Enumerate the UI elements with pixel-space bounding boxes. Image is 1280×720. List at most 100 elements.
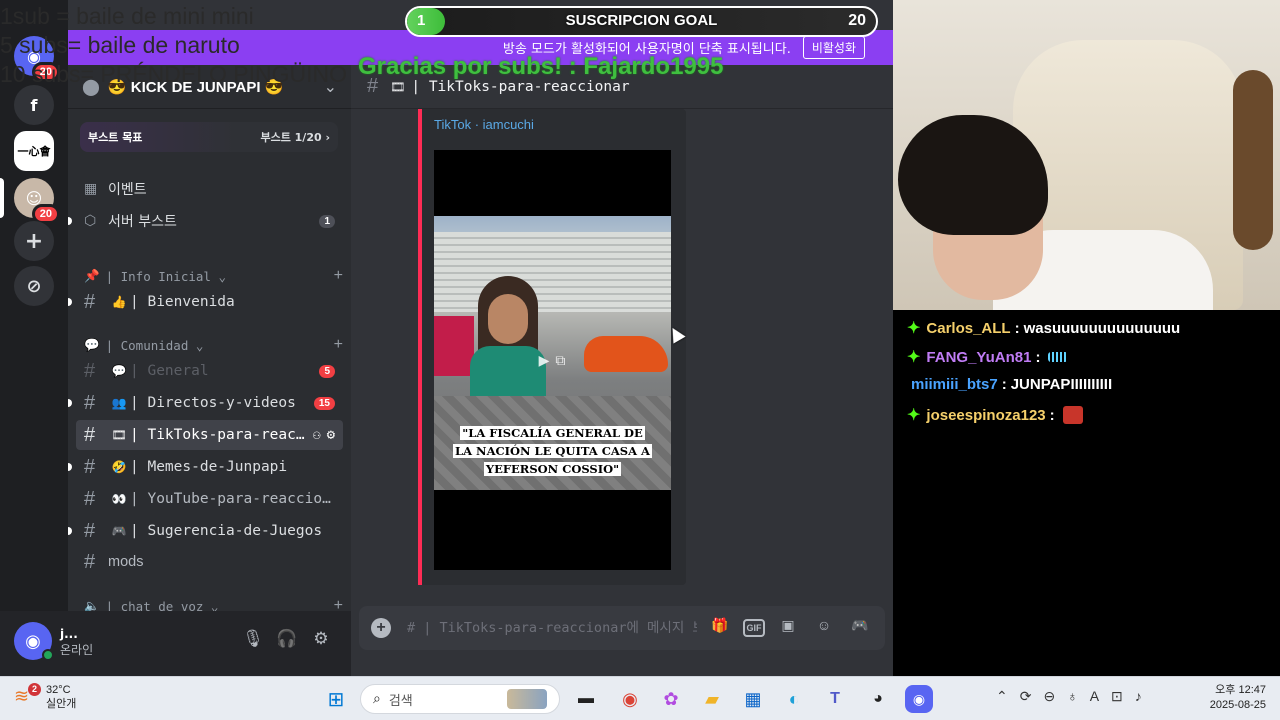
unread-indicator: [68, 399, 72, 407]
webcam-feed: [893, 0, 1280, 310]
online-status-dot: [42, 649, 54, 661]
speech-icon: 💬: [84, 337, 100, 352]
disable-streamer-mode-button[interactable]: 비활성화: [802, 36, 865, 59]
weather-fog-icon: ≋ 2: [14, 683, 41, 708]
boost-goal-value: 부스트 1/20 ›: [260, 131, 330, 144]
embed-provider[interactable]: TikTok · iamcuchi: [434, 117, 534, 132]
task-view-button[interactable]: ▬: [572, 685, 600, 713]
caption-line: YEFERSON COSSIO": [483, 462, 622, 476]
pin-icon: 📌: [84, 268, 100, 283]
channel-name: | Directos-y-videos: [130, 395, 296, 411]
microphone-icon[interactable]: ♁: [1067, 688, 1078, 705]
hash-icon: #: [84, 550, 96, 573]
channel-directos[interactable]: # 👥 | Directos-y-videos 15: [68, 388, 343, 418]
edge-button[interactable]: ◐: [780, 685, 808, 713]
microphone-icon: 🎙: [242, 629, 264, 649]
unread-indicator: [68, 527, 72, 535]
network-icon[interactable]: ⊡: [1111, 688, 1123, 705]
headphones-button[interactable]: 🎧: [275, 629, 299, 653]
mic-button[interactable]: 🎙: [241, 629, 265, 653]
headphones-icon: 🎧: [276, 629, 298, 649]
hash-icon: #: [84, 391, 96, 414]
people-icon: 👥: [111, 396, 127, 410]
chat-separator: :: [1001, 376, 1007, 393]
goal-target: 20: [848, 12, 866, 29]
copilot-icon: ✿: [663, 688, 679, 709]
channel-general[interactable]: # 💬 | General 5: [76, 356, 343, 386]
chrome-icon: ◉: [622, 688, 638, 709]
chat-message: ✦ FANG_YuAn81 :: [907, 347, 1069, 367]
server-text-label: 一心會: [17, 145, 51, 158]
store-button[interactable]: ▦: [739, 685, 767, 713]
file-explorer-button[interactable]: ▰: [698, 685, 726, 713]
channel-name: | Bienvenida: [130, 294, 235, 310]
copilot-button[interactable]: ✿: [657, 685, 685, 713]
app-button[interactable]: ◕: [864, 685, 892, 713]
compass-icon: ⊘: [26, 275, 42, 297]
equalizer-emote-icon: [1048, 352, 1069, 362]
channel-name: | Memes-de-Junpapi: [130, 459, 288, 475]
message-composer: + 🎁 GIF ▣ ☺ 🎮: [359, 606, 885, 650]
taskbar-search[interactable]: ⌕ 검색: [360, 684, 560, 714]
channel-memes[interactable]: # 🤣 | Memes-de-Junpapi: [68, 452, 343, 482]
open-external-icon[interactable]: ⧉: [555, 353, 565, 369]
channel-youtube[interactable]: # 👀 | YouTube-para-reaccionar: [76, 484, 343, 514]
user-settings-button[interactable]: ⚙: [309, 629, 333, 653]
search-highlight-icon: [507, 689, 547, 709]
server-junpapi-button[interactable]: ☺ 20: [14, 178, 60, 224]
message-input[interactable]: [407, 620, 697, 636]
server-boost-item[interactable]: ⬡ 서버 부스트 1: [68, 210, 343, 232]
channel-name: mods: [108, 554, 144, 570]
events-item[interactable]: ▦ 이벤트: [84, 178, 343, 200]
gear-icon[interactable]: ⚙: [327, 427, 335, 443]
chrome-button[interactable]: ◉: [616, 685, 644, 713]
channel-sugerencia[interactable]: # 🎮 | Sugerencia-de-Juegos: [68, 516, 343, 546]
play-icon[interactable]: ▶: [539, 353, 550, 369]
weather-badge: 2: [28, 683, 41, 696]
channel-mods[interactable]: # mods: [76, 547, 343, 577]
server-text-button[interactable]: 一心會: [14, 131, 54, 171]
caption-line: LA NACIÓN LE QUITA CASA A: [453, 444, 652, 458]
sync-icon[interactable]: ⟳: [1020, 688, 1032, 705]
taskbar-clock[interactable]: 오후 12:47 2025-08-25: [1196, 683, 1266, 713]
teams-button[interactable]: T: [821, 685, 849, 713]
calendar-icon: ▦: [84, 181, 98, 197]
emoji-icon[interactable]: ☺: [811, 617, 837, 639]
play-controls[interactable]: ▶ ⧉: [526, 350, 578, 372]
activities-icon[interactable]: 🎮: [847, 617, 873, 639]
gift-icon[interactable]: 🎁: [707, 617, 733, 639]
sticker-icon[interactable]: ▣: [775, 617, 801, 639]
gear-icon: ⚙: [313, 629, 329, 649]
server-f-button[interactable]: f: [14, 85, 54, 125]
channel-bienvenida[interactable]: # 👍 | Bienvenida: [68, 287, 343, 317]
chat-text: JUNPAPIIIIIIIIII: [1010, 376, 1113, 393]
gif-icon[interactable]: GIF: [743, 619, 765, 637]
weather-desc: 실안개: [46, 698, 77, 710]
channel-tiktoks[interactable]: # 🎞 | TikToks-para-reaccionar ⚇ ⚙: [76, 420, 343, 450]
category-info-inicial[interactable]: 📌 | Info Inicial ⌄ +: [84, 267, 343, 285]
category-comunidad[interactable]: 💬 | Comunidad ⌄ +: [84, 336, 343, 354]
sub-thanks-overlay: Gracias por subs! : Fajardo1995: [358, 53, 724, 80]
boost-goal-bar[interactable]: 부스트 목표 부스트 1/20 ›: [80, 122, 338, 152]
subscriber-badge-icon: ✦: [907, 407, 921, 424]
add-member-icon[interactable]: ⚇: [313, 428, 321, 443]
chat-username: FANG_YuAn81: [926, 348, 1032, 366]
events-label: 이벤트: [108, 182, 147, 198]
explore-button[interactable]: ⊘: [14, 266, 54, 306]
chat-username: Carlos_ALL: [926, 319, 1011, 337]
chevron-up-icon[interactable]: ⌃: [996, 688, 1008, 705]
volume-icon[interactable]: ♪: [1135, 688, 1142, 705]
system-tray: ⌃ ⟳ ⊖ ♁ A ⊡ ♪: [996, 688, 1142, 705]
subscription-goal-bar: 1 SUSCRIPCION GOAL 20: [405, 6, 878, 37]
weather-widget[interactable]: ≋ 2 32°C 실안개: [14, 683, 76, 711]
discord-taskbar-button[interactable]: ◉: [905, 685, 933, 713]
antivirus-icon[interactable]: ⊖: [1043, 688, 1055, 705]
add-server-button[interactable]: +: [14, 221, 54, 261]
ime-icon[interactable]: A: [1090, 688, 1099, 705]
create-channel-icon[interactable]: +: [334, 336, 343, 354]
chat-separator: :: [1014, 319, 1020, 337]
video-player[interactable]: ▶ ⧉ "LA FISCALÍA GENERAL DE LA NACIÓN LE…: [434, 150, 671, 570]
create-channel-icon[interactable]: +: [334, 267, 343, 285]
start-button[interactable]: ⊞: [322, 685, 350, 713]
attach-button[interactable]: +: [371, 618, 391, 638]
